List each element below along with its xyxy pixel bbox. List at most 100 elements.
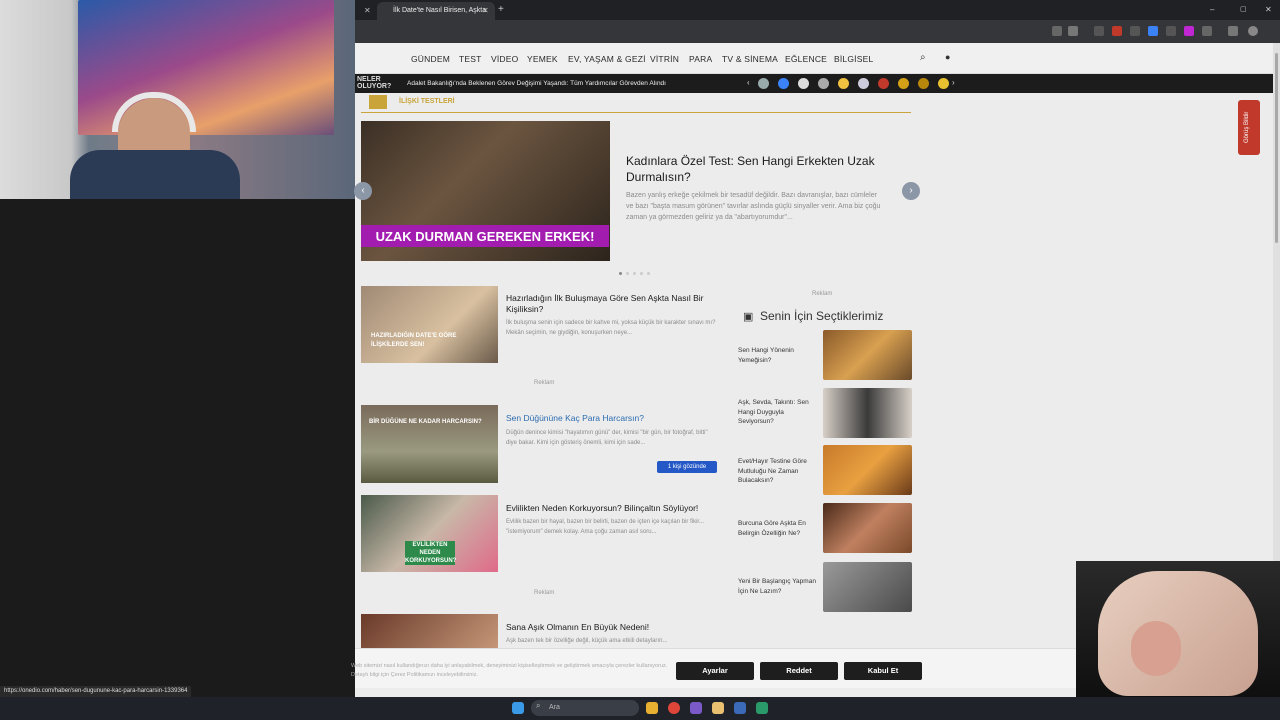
trend-badge: 1 kişi gözünde [657,461,717,473]
nav-tv-sinema[interactable]: TV & SİNEMA [722,54,778,64]
sidebar-item-label[interactable]: Evet/Hayır Testine Göre Mutluluğu Ne Zam… [738,457,813,486]
maximize-button[interactable]: ▢ [1240,5,1247,13]
sidebar-item-thumbnail[interactable] [823,562,912,612]
sidebar-item-thumbnail[interactable] [823,445,912,495]
article-title[interactable]: Sana Aşık Olmanın En Büyük Nedeni! [506,622,721,632]
article-thumbnail[interactable]: HAZIRLADIĞIN DATE'E GÖRE İLİŞKİLERDE SEN… [361,286,498,363]
sidebar-item-label[interactable]: Yeni Bir Başlangıç Yapman İçin Ne Lazım? [738,577,818,596]
article-description: İlk buluşma senin için sadece bir kahve … [506,320,716,336]
start-icon[interactable] [512,702,524,714]
ticker-category-icon[interactable] [938,78,949,89]
nav-eglence[interactable]: EĞLENCE [785,54,827,64]
ad-label: Reklam [812,291,833,297]
sidebar-item-thumbnail[interactable] [823,503,912,553]
status-url: https://onedio.com/haber/sen-dugunune-ka… [0,686,192,697]
cookie-settings-button[interactable]: Ayarlar [676,662,754,680]
star-icon[interactable] [1068,26,1078,36]
chrome-icon[interactable] [668,702,680,714]
news-ticker: NELER OLUYOR? Adalet Bakanlığı'nda Bekle… [355,74,1273,93]
ticker-category-icon[interactable] [798,78,809,89]
carousel-dot[interactable] [640,272,643,275]
search-icon[interactable]: ⌕ [920,52,926,63]
extension-icon[interactable] [1184,26,1194,36]
ticker-category-icon[interactable] [878,78,889,89]
profile-icon[interactable] [1248,26,1258,36]
carousel-dot[interactable] [647,272,650,275]
close-tab-icon[interactable]: ✕ [364,6,371,15]
ticker-text[interactable]: Adalet Bakanlığı'nda Beklenen Görev Deği… [407,80,666,87]
ticker-category-icon[interactable] [858,78,869,89]
cast-icon[interactable] [1052,26,1062,36]
hero-banner: UZAK DURMAN GEREKEN ERKEK! [361,225,609,247]
article-description: Evlilik bazen bir hayal, bazen bir belir… [506,519,705,535]
puzzle-icon[interactable] [1202,26,1212,36]
article-thumbnail[interactable]: BİR DÜĞÜNE NE KADAR HARCARSIN? [361,405,498,483]
thumbnail-caption: HAZIRLADIĞIN DATE'E GÖRE İLİŞKİLERDE SEN… [371,333,457,348]
discord-icon[interactable] [690,702,702,714]
tab-active[interactable]: İlk Date'te Nasıl Birisen, Aşkta [377,2,495,20]
cookie-accept-button[interactable]: Kabul Et [844,662,922,680]
minimize-button[interactable]: – [1210,5,1214,14]
extension-icon[interactable] [1130,26,1140,36]
hero-description: Bazen yanlış erkeğe çekilmek bir tesadüf… [626,192,881,221]
sidebar-item-label[interactable]: Burcuna Göre Aşkta En Belirgin Özelliğin… [738,519,813,538]
chat-icon: ▣ [743,311,754,323]
article-title[interactable]: Hazırladığın İlk Buluşmaya Göre Sen Aşkt… [506,293,721,315]
ticker-category-icon[interactable] [898,78,909,89]
extension-icon[interactable] [1112,26,1122,36]
extension-icon[interactable] [1094,26,1104,36]
nav-bilgisel[interactable]: BİLGİSEL [834,54,873,64]
nav-para[interactable]: PARA [689,54,712,64]
ticker-next-icon[interactable]: › [952,78,955,87]
ticker-category-icon[interactable] [778,78,789,89]
sidebar-item-label[interactable]: Aşk, Sevda, Takıntı: Sen Hangi Duyguyla … [738,398,813,427]
carousel-dot[interactable] [633,272,636,275]
folder-icon[interactable] [646,702,658,714]
article-description: Aşk bazen tek bir özelliğe değil, küçük … [506,638,668,644]
site-navigation: GÜNDEM TEST VİDEO YEMEK EV, YAŞAM & GEZİ… [355,43,1273,74]
ad-label: Reklam [534,590,555,596]
sidebar-item-label[interactable]: Sen Hangi Yönenin Yemeğisin? [738,346,808,365]
hero-image[interactable]: UZAK DURMAN GEREKEN ERKEK! [361,121,610,261]
article-thumbnail[interactable]: EVLİLİKTEN NEDEN KORKUYORSUN? [361,495,498,572]
article-title[interactable]: Sen Düğününe Kaç Para Harcarsın? [506,413,721,423]
sidebar-item-thumbnail[interactable] [823,330,912,380]
taskbar-search[interactable]: Ara [531,700,639,716]
ticker-category-icon[interactable] [918,78,929,89]
menu-icon[interactable] [1228,26,1238,36]
new-tab-button[interactable]: + [498,4,504,15]
extension-icon[interactable] [1148,26,1158,36]
ticker-category-icon[interactable] [758,78,769,89]
close-window-button[interactable]: ✕ [1265,5,1272,14]
nav-yemek[interactable]: YEMEK [527,54,558,64]
ticker-category-icon[interactable] [838,78,849,89]
ticker-label: NELER OLUYOR? [357,76,392,90]
extension-icon[interactable] [1166,26,1176,36]
nav-vitrin[interactable]: VİTRİN [650,54,679,64]
hero-title[interactable]: Kadınlara Özel Test: Sen Hangi Erkekten … [626,153,896,185]
hero-next-button[interactable]: › [902,182,920,200]
carousel-dot[interactable] [626,272,629,275]
app-icon[interactable] [712,702,724,714]
scrollbar-thumb[interactable] [1275,53,1278,243]
nav-video[interactable]: VİDEO [491,54,518,64]
address-bar[interactable] [355,20,1280,43]
article-title[interactable]: Evlilikten Neden Korkuyorsun? Bilinçaltı… [506,503,721,513]
steam-icon[interactable] [734,702,746,714]
sidebar-item-thumbnail[interactable] [823,388,912,438]
user-icon[interactable]: ● [945,52,950,62]
search-icon: ⌕ [536,701,541,710]
app-icon[interactable] [756,702,768,714]
nav-test[interactable]: TEST [459,54,482,64]
ticker-prev-icon[interactable]: ‹ [747,78,750,87]
carousel-dot[interactable] [619,272,622,275]
feedback-button[interactable]: Görüş Bildir [1238,100,1260,155]
close-tab-icon[interactable]: ✕ [482,6,489,15]
nav-gundem[interactable]: GÜNDEM [411,54,450,64]
section-icon [369,95,387,109]
nav-ev-yasam[interactable]: EV, YAŞAM & GEZİ [568,54,646,64]
ticker-category-icon[interactable] [818,78,829,89]
cookie-reject-button[interactable]: Reddet [760,662,838,680]
sidebar-title: Senin İçin Seçtiklerimiz [760,309,884,323]
hero-prev-button[interactable]: ‹ [354,182,372,200]
